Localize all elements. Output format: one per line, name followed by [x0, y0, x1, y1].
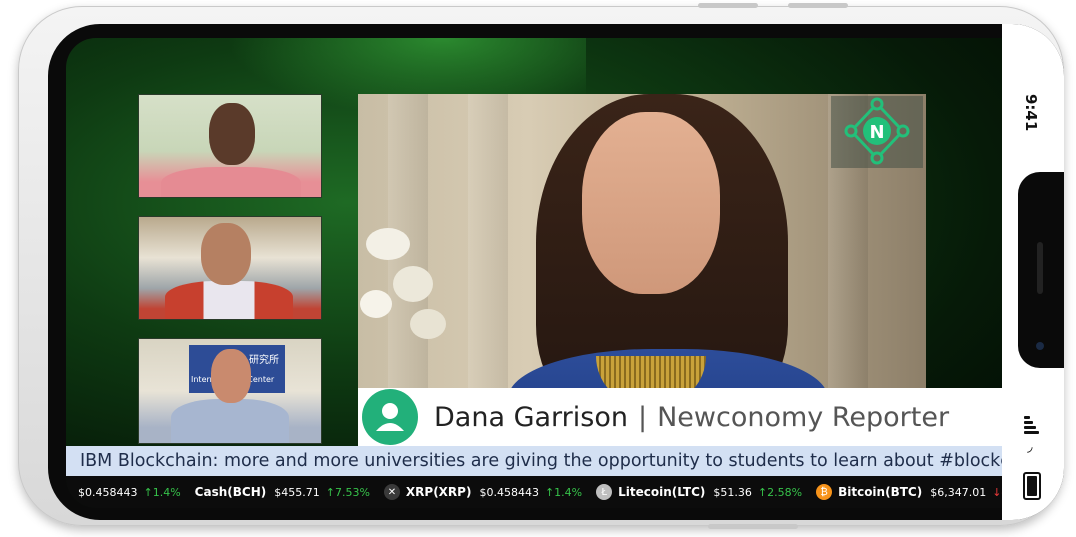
- logo-letter: N: [869, 122, 884, 143]
- crypto-ticker-item: $0.458443 ↑ 1.4%: [78, 486, 181, 499]
- crypto-ticker-item: Ł Litecoin(LTC) $51.36 ↑ 2.58%: [596, 484, 802, 500]
- name-separator: |: [637, 401, 648, 433]
- flowers-decoration: [360, 228, 446, 339]
- arrow-up-icon: ↑: [143, 485, 153, 499]
- coin-change: 1.4%: [554, 485, 583, 499]
- newconomy-logo: N: [831, 96, 923, 168]
- wifi-icon: ◝: [1019, 447, 1036, 453]
- phone-bezel: 研究所 Intern earch Center: [48, 24, 1064, 520]
- user-avatar-icon: [362, 389, 418, 445]
- device: 研究所 Intern earch Center: [18, 6, 1064, 526]
- speaker-name: Dana Garrison: [434, 401, 628, 433]
- arrow-up-icon: ↑: [757, 485, 768, 499]
- participant-head: [201, 223, 251, 285]
- video-screen[interactable]: 研究所 Intern earch Center: [66, 38, 1002, 508]
- arrow-up-icon: ↑: [325, 485, 335, 499]
- coin-name: XRP(XRP): [405, 485, 472, 499]
- participant-thumbnail-3[interactable]: 研究所 Intern earch Center: [138, 338, 322, 444]
- participant-body: [165, 281, 293, 319]
- front-camera: [1036, 342, 1044, 350]
- coin-name: Litecoin(LTC): [618, 485, 706, 499]
- coin-change: 7.53%: [334, 485, 370, 499]
- participant-body: [161, 167, 301, 197]
- coin-name: Cash(BCH): [194, 485, 267, 499]
- litecoin-icon: Ł: [596, 484, 613, 500]
- participant-thumbnail-1[interactable]: [138, 94, 322, 198]
- coin-price: $455.71: [274, 485, 320, 499]
- coin-price: $6,347.01: [930, 485, 987, 499]
- speaker-face: [582, 112, 720, 294]
- sign-line-1: 研究所: [249, 355, 279, 366]
- coin-price: $0.458443: [479, 485, 539, 499]
- speaker-role: Newconomy Reporter: [657, 401, 950, 433]
- headline-ticker: IBM Blockchain: more and more universiti…: [66, 446, 1002, 476]
- bitcoin-icon: ₿: [816, 484, 833, 500]
- logo-icon: N: [844, 97, 910, 165]
- arrow-down-icon: ↓: [992, 485, 1002, 499]
- battery-icon: [1023, 472, 1041, 500]
- participant-head: [211, 349, 251, 403]
- signal-icon: [1024, 416, 1040, 434]
- crypto-ticker: $0.458443 ↑ 1.4% Cash(BCH) $455.71 ↑ 7.53% ✕ XRP…: [66, 476, 1002, 508]
- participant-head: [209, 103, 255, 165]
- coin-price: $0.458443: [78, 485, 138, 499]
- headline-text: IBM Blockchain: more and more universiti…: [80, 451, 1002, 471]
- crypto-ticker-item: Cash(BCH) $455.71 ↑ 7.53%: [195, 485, 370, 499]
- crypto-ticker-item: ✕ XRP(XRP) $0.458443 ↑ 1.4%: [383, 484, 583, 500]
- coin-price: $51.36: [713, 485, 752, 499]
- status-time: 9:41: [1022, 94, 1040, 132]
- crypto-ticker-item: ₿Bitcoin(BTC)$6,347.01↓-0.59%: [816, 484, 1002, 500]
- xrp-icon: ✕: [383, 484, 400, 500]
- coin-change: 2.58%: [767, 485, 803, 499]
- coin-name: Bitcoin(BTC): [838, 485, 923, 499]
- phone-notch: [1018, 172, 1064, 368]
- participant-body: [171, 399, 289, 443]
- coin-change: 1.4%: [152, 485, 181, 499]
- lower-third: Dana Garrison | Newconomy Reporter: [358, 388, 1002, 446]
- arrow-up-icon: ↑: [544, 485, 555, 499]
- earpiece-speaker: [1037, 242, 1043, 294]
- participant-thumbnail-2[interactable]: [138, 216, 322, 320]
